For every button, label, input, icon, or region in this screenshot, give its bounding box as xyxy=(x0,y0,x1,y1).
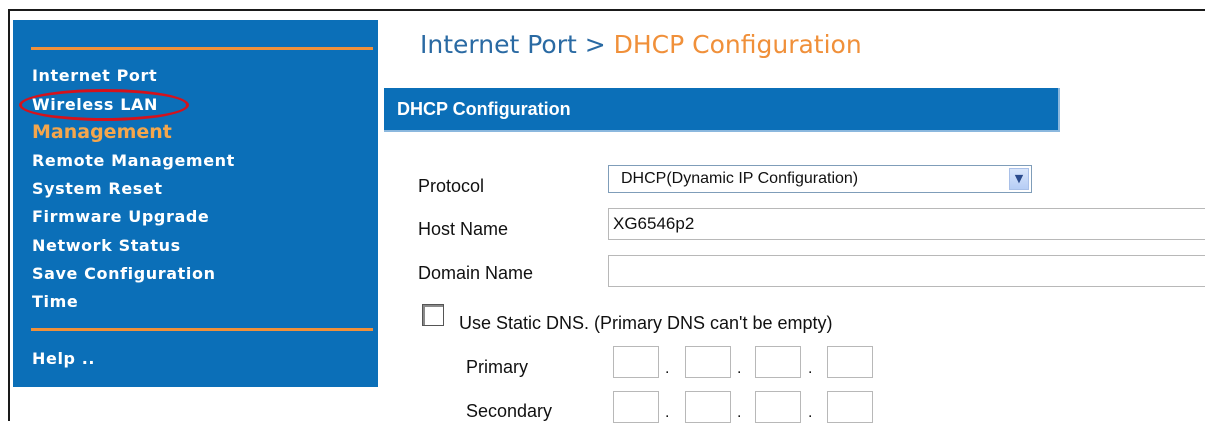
primary-dns-octet-2[interactable] xyxy=(685,346,731,378)
primary-dns-octet-3[interactable] xyxy=(755,346,801,378)
sidebar-item-network-status[interactable]: Network Status xyxy=(32,236,181,256)
sidebar-item-remote-management[interactable]: Remote Management xyxy=(32,151,235,171)
sidebar-item-internet-port[interactable]: Internet Port xyxy=(32,66,157,86)
primary-dns-octet-1[interactable] xyxy=(613,346,659,378)
sidebar-item-save-configuration[interactable]: Save Configuration xyxy=(32,264,216,284)
static-dns-checkbox[interactable] xyxy=(422,304,444,326)
secondary-dns-octet-4[interactable] xyxy=(827,391,873,423)
host-name-label: Host Name xyxy=(418,219,509,239)
protocol-label: Protocol xyxy=(418,176,485,196)
octet-separator: . xyxy=(665,404,670,421)
sidebar-divider-bottom xyxy=(31,328,373,331)
sidebar-item-time[interactable]: Time xyxy=(32,292,78,312)
secondary-dns-octet-2[interactable] xyxy=(685,391,731,423)
window-frame-top xyxy=(8,9,1205,11)
secondary-dns-label: Secondary xyxy=(466,401,553,421)
breadcrumb-parent[interactable]: Internet Port xyxy=(420,30,577,59)
section-title: DHCP Configuration xyxy=(397,99,571,119)
domain-name-label: Domain Name xyxy=(418,263,534,283)
sidebar-item-system-reset[interactable]: System Reset xyxy=(32,179,163,199)
chevron-down-icon[interactable]: ▼ xyxy=(1009,168,1029,190)
domain-name-input[interactable] xyxy=(608,255,1205,287)
sidebar-heading-management: Management xyxy=(32,121,172,143)
breadcrumb-separator: > xyxy=(576,30,614,59)
octet-separator: . xyxy=(808,360,813,377)
host-name-input[interactable] xyxy=(608,208,1205,240)
breadcrumb: Internet Port > DHCP Configuration xyxy=(420,28,862,62)
sidebar-item-help[interactable]: Help .. xyxy=(32,349,95,369)
secondary-dns-octet-3[interactable] xyxy=(755,391,801,423)
primary-dns-octet-4[interactable] xyxy=(827,346,873,378)
section-header-bar: DHCP Configuration xyxy=(384,88,1060,132)
protocol-select[interactable]: DHCP(Dynamic IP Configuration) ▼ xyxy=(608,165,1032,193)
secondary-dns-octet-1[interactable] xyxy=(613,391,659,423)
breadcrumb-current: DHCP Configuration xyxy=(613,30,862,59)
sidebar-item-firmware-upgrade[interactable]: Firmware Upgrade xyxy=(32,207,209,227)
octet-separator: . xyxy=(737,404,742,421)
octet-separator: . xyxy=(808,404,813,421)
window-frame-left xyxy=(8,9,10,421)
protocol-selected-value: DHCP(Dynamic IP Configuration) xyxy=(621,170,859,187)
static-dns-label: Use Static DNS. (Primary DNS can't be em… xyxy=(459,313,833,333)
octet-separator: . xyxy=(737,360,742,377)
sidebar-item-wireless-lan[interactable]: Wireless LAN xyxy=(32,95,158,115)
primary-dns-label: Primary xyxy=(466,357,528,377)
sidebar-divider-top xyxy=(31,47,373,50)
octet-separator: . xyxy=(665,360,670,377)
sidebar-nav: Internet Port Wireless LAN Management Re… xyxy=(13,20,378,387)
